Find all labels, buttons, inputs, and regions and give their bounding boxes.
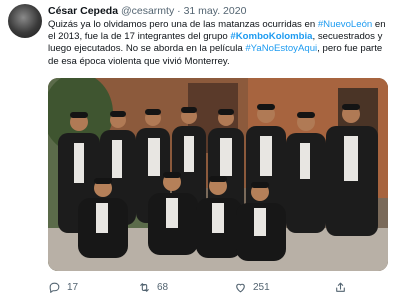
group-photo-illustration xyxy=(48,78,388,271)
tweet-text-segment: Quizás ya lo olvidamos pero una de las m… xyxy=(48,19,318,30)
avatar[interactable] xyxy=(8,4,42,38)
retweet-button[interactable]: 68 xyxy=(138,279,168,295)
tweet-date[interactable]: 31 may. 2020 xyxy=(184,5,247,17)
heart-icon xyxy=(236,283,245,292)
header-separator: · xyxy=(177,5,181,17)
reply-icon xyxy=(49,282,60,293)
like-count: 251 xyxy=(253,281,270,293)
retweet-icon xyxy=(140,282,149,292)
retweet-count: 68 xyxy=(157,281,169,293)
hashtag-nuevoleon[interactable]: #NuevoLeón xyxy=(318,19,372,30)
like-button[interactable]: 251 xyxy=(234,279,270,295)
tweet-header: César Cepeda @cesarmty · 31 may. 2020 xyxy=(48,5,394,18)
reply-count: 17 xyxy=(67,281,79,293)
share-icon xyxy=(336,282,345,292)
reply-button[interactable]: 17 xyxy=(48,279,78,295)
tweet-actions: 17 68 251 xyxy=(48,279,388,297)
tweet-photo[interactable] xyxy=(48,78,388,271)
author-name[interactable]: César Cepeda xyxy=(48,5,118,17)
author-handle[interactable]: @cesarmty xyxy=(121,5,174,17)
tweet-card[interactable]: César Cepeda @cesarmty · 31 may. 2020 Qu… xyxy=(0,0,400,301)
hashtag-yanoestoyaqui[interactable]: #YaNoEstoyAqui xyxy=(245,43,317,54)
hashtag-kombokolombia[interactable]: #KomboKolombia xyxy=(230,31,312,42)
tweet-text: Quizás ya lo olvidamos pero una de las m… xyxy=(48,19,394,68)
share-button[interactable] xyxy=(334,279,347,295)
